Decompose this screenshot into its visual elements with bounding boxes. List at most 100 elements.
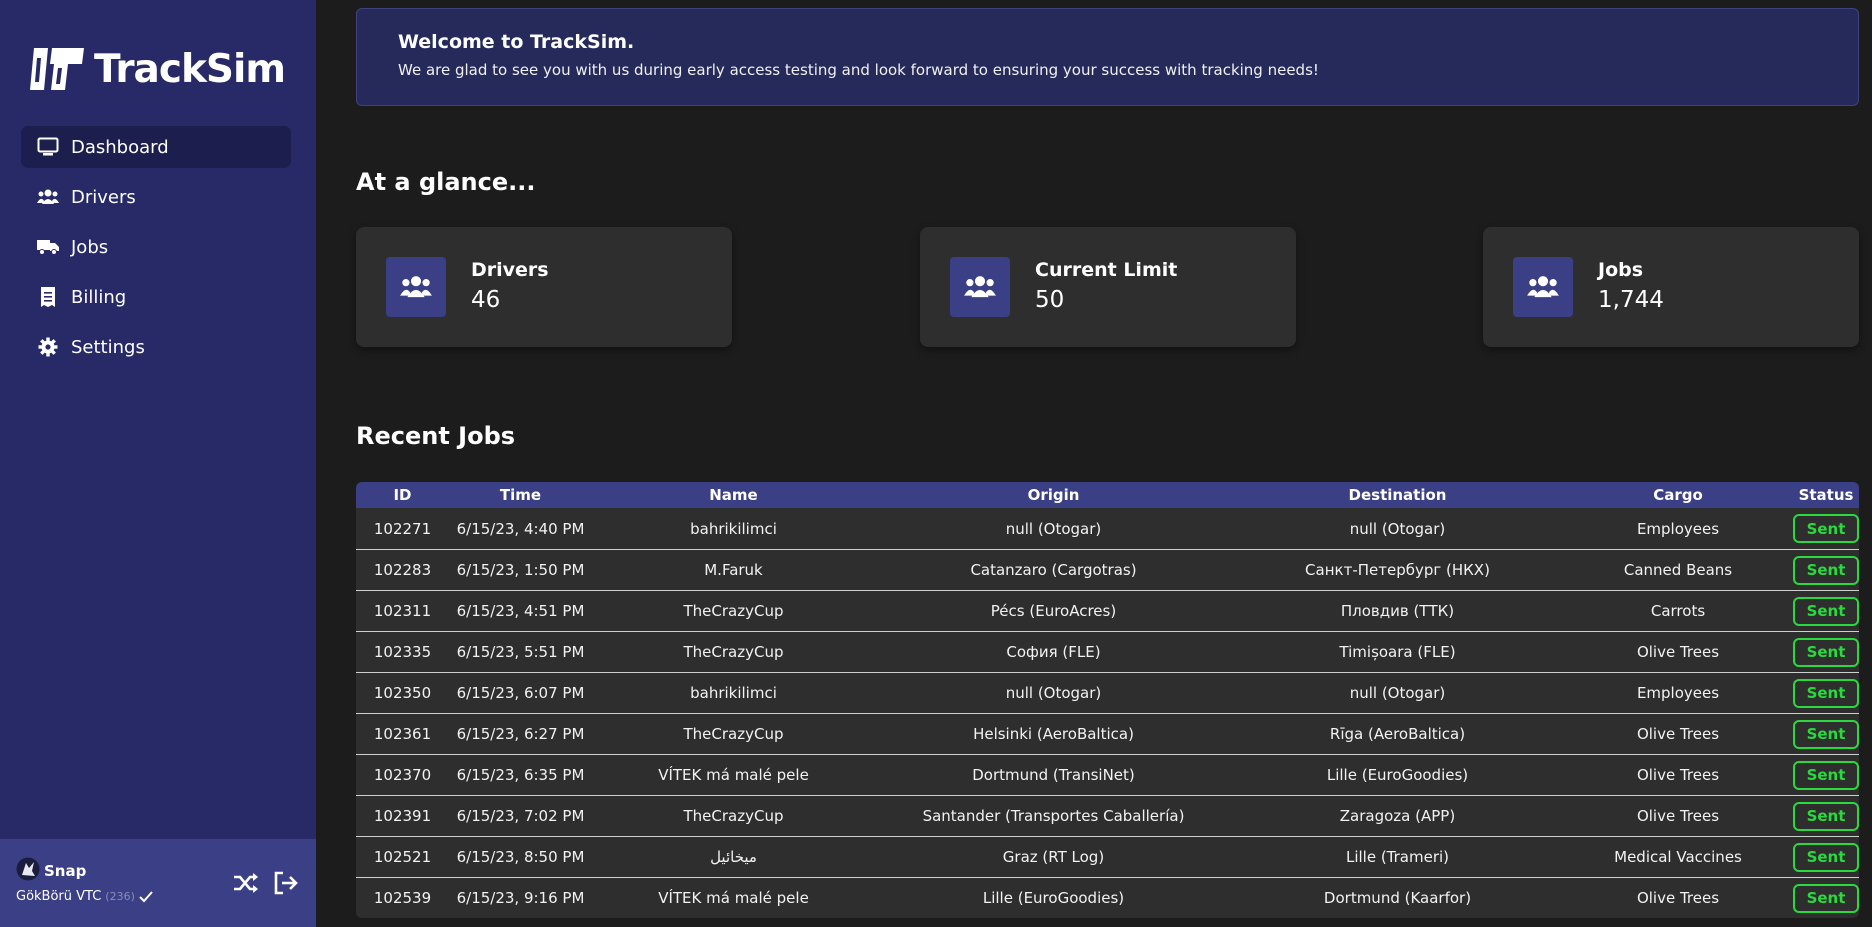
switch-vtc-button[interactable] bbox=[232, 870, 260, 896]
verified-check-icon bbox=[139, 890, 153, 902]
sidebar-item-dashboard[interactable]: Dashboard bbox=[21, 126, 291, 168]
table-row[interactable]: 102271 6/15/23, 4:40 PM bahrikilimci null (… bbox=[356, 508, 1859, 549]
shuffle-icon bbox=[234, 873, 258, 893]
job-origin-cell: Santander (Transportes Caballería) bbox=[922, 807, 1185, 825]
column-header-id[interactable]: ID bbox=[356, 486, 449, 504]
job-destination-cell: null (Otogar) bbox=[1349, 519, 1446, 538]
logout-button[interactable] bbox=[272, 870, 300, 896]
status-badge[interactable]: Sent bbox=[1793, 555, 1859, 585]
sidebar-item-settings[interactable]: Settings bbox=[21, 326, 291, 368]
job-status-cell: Sent bbox=[1793, 678, 1859, 708]
job-destination-cell: Dortmund (Kaarfor) bbox=[1323, 889, 1472, 907]
job-status-cell: Sent bbox=[1793, 883, 1859, 913]
table-row[interactable]: 102350 6/15/23, 6:07 PM bahrikilimci null (… bbox=[356, 672, 1859, 713]
column-header-name[interactable]: Name bbox=[592, 486, 875, 504]
users-icon bbox=[37, 186, 59, 208]
job-status-cell: Sent bbox=[1793, 555, 1859, 585]
job-origin-cell: Pécs (EuroAcres) bbox=[990, 602, 1117, 620]
column-header-status[interactable]: Status bbox=[1793, 486, 1859, 504]
sidebar-item-billing[interactable]: Billing bbox=[21, 276, 291, 318]
app-logo[interactable]: TrackSim bbox=[28, 44, 286, 94]
status-badge[interactable]: Sent bbox=[1793, 514, 1859, 543]
job-time-cell: 6/15/23, 4:40 PM bbox=[456, 519, 585, 538]
sidebar-item-drivers[interactable]: Drivers bbox=[21, 176, 291, 218]
receipt-icon bbox=[37, 286, 59, 308]
job-name-cell: TheCrazyCup bbox=[683, 725, 784, 743]
job-cargo-cell: Olive Trees bbox=[1636, 643, 1720, 661]
status-badge[interactable]: Sent bbox=[1793, 842, 1859, 872]
gear-icon bbox=[37, 336, 59, 358]
job-origin-cell: Catanzaro (Cargotras) bbox=[970, 561, 1137, 579]
column-header-origin[interactable]: Origin bbox=[875, 486, 1232, 504]
stat-card-current-limit: Current Limit 50 bbox=[920, 227, 1296, 347]
job-destination-cell: null (Otogar) bbox=[1349, 684, 1446, 702]
column-header-cargo[interactable]: Cargo bbox=[1563, 486, 1793, 504]
job-status-cell: Sent bbox=[1793, 760, 1859, 790]
job-id-cell: 102311 bbox=[373, 602, 432, 620]
recent-jobs-title: Recent Jobs bbox=[356, 422, 516, 450]
stat-card-jobs: Jobs 1,744 bbox=[1483, 227, 1859, 347]
job-status-cell: Sent bbox=[1793, 801, 1859, 831]
status-badge[interactable]: Sent bbox=[1793, 883, 1859, 913]
job-name-cell: VÍTEK má malé pele bbox=[658, 766, 809, 784]
sidebar-item-jobs[interactable]: Jobs bbox=[21, 226, 291, 268]
job-origin-cell: Graz (RT Log) bbox=[1002, 848, 1105, 866]
logout-icon bbox=[274, 871, 298, 895]
job-cargo-cell: Medical Vaccines bbox=[1614, 848, 1742, 866]
job-destination-cell: Zaragoza (APP) bbox=[1339, 807, 1456, 825]
table-row[interactable]: 102539 6/15/23, 9:16 PM VÍTEK má malé pele… bbox=[356, 877, 1859, 918]
sidebar-item-label: Drivers bbox=[71, 186, 136, 208]
table-row[interactable]: 102311 6/15/23, 4:51 PM TheCrazyCup Pécs (E… bbox=[356, 590, 1859, 631]
column-header-time[interactable]: Time bbox=[449, 486, 592, 504]
user-actions bbox=[232, 870, 300, 896]
vtc-id: (236) bbox=[105, 890, 135, 903]
table-row[interactable]: 102521 6/15/23, 8:50 PM ميخائيل Graz (RT Lo… bbox=[356, 836, 1859, 877]
job-name-cell: bahrikilimci bbox=[690, 519, 777, 538]
status-badge[interactable]: Sent bbox=[1793, 760, 1859, 790]
job-id-cell: 102361 bbox=[373, 725, 432, 743]
job-cargo-cell: Canned Beans bbox=[1623, 561, 1733, 579]
job-origin-cell: Helsinki (AeroBaltica) bbox=[973, 725, 1134, 743]
job-cargo-cell: Employees bbox=[1636, 684, 1720, 702]
status-badge[interactable]: Sent bbox=[1793, 637, 1859, 667]
status-badge[interactable]: Sent bbox=[1793, 801, 1859, 831]
job-name-cell: TheCrazyCup bbox=[683, 602, 784, 620]
status-badge[interactable]: Sent bbox=[1793, 678, 1859, 708]
status-badge[interactable]: Sent bbox=[1793, 719, 1859, 749]
job-name-cell: ميخائيل bbox=[710, 848, 757, 866]
truck-icon bbox=[37, 236, 59, 258]
tracksim-logo-icon bbox=[30, 48, 84, 90]
job-id-cell: 102521 bbox=[373, 848, 432, 866]
stat-value: 46 bbox=[471, 287, 501, 313]
job-destination-cell: Санкт-Петербург (НКХ) bbox=[1305, 561, 1490, 579]
table-row[interactable]: 102335 6/15/23, 5:51 PM TheCrazyCup София (… bbox=[356, 631, 1859, 672]
column-header-destination[interactable]: Destination bbox=[1232, 486, 1563, 504]
status-badge[interactable]: Sent bbox=[1793, 596, 1859, 626]
job-time-cell: 6/15/23, 9:16 PM bbox=[456, 889, 585, 907]
job-destination-cell: Timișoara (FLE) bbox=[1339, 643, 1456, 661]
table-row[interactable]: 102370 6/15/23, 6:35 PM VÍTEK má malé pele… bbox=[356, 754, 1859, 795]
user-vtc: GökBörü VTC (236) bbox=[16, 889, 153, 904]
job-destination-cell: Пловдив (ТТК) bbox=[1340, 602, 1455, 620]
recent-jobs-table: ID Time Name Origin Destination Cargo St… bbox=[356, 482, 1859, 918]
job-origin-cell: София (FLE) bbox=[1006, 643, 1101, 661]
sidebar-nav: Dashboard Drivers Jobs Billing Settings bbox=[21, 126, 291, 376]
table-row[interactable]: 102361 6/15/23, 6:27 PM TheCrazyCup Helsink… bbox=[356, 713, 1859, 754]
table-header: ID Time Name Origin Destination Cargo St… bbox=[356, 482, 1859, 508]
welcome-text: We are glad to see you with us during ea… bbox=[398, 61, 1319, 79]
table-row[interactable]: 102391 6/15/23, 7:02 PM TheCrazyCup Santand… bbox=[356, 795, 1859, 836]
job-destination-cell: Lille (EuroGoodies) bbox=[1326, 766, 1469, 784]
job-name-cell: VÍTEK má malé pele bbox=[658, 889, 809, 907]
job-cargo-cell: Olive Trees bbox=[1636, 807, 1720, 825]
job-status-cell: Sent bbox=[1793, 514, 1859, 543]
users-icon bbox=[950, 257, 1010, 317]
job-cargo-cell: Olive Trees bbox=[1636, 766, 1720, 784]
job-time-cell: 6/15/23, 6:07 PM bbox=[456, 684, 585, 702]
monitor-icon bbox=[37, 136, 59, 158]
job-id-cell: 102271 bbox=[373, 519, 432, 538]
job-status-cell: Sent bbox=[1793, 719, 1859, 749]
table-row[interactable]: 102283 6/15/23, 1:50 PM M.Faruk Catanzaro (… bbox=[356, 549, 1859, 590]
sidebar-item-label: Jobs bbox=[71, 236, 109, 258]
glance-title: At a glance... bbox=[356, 168, 536, 196]
sidebar-item-label: Settings bbox=[71, 336, 145, 358]
